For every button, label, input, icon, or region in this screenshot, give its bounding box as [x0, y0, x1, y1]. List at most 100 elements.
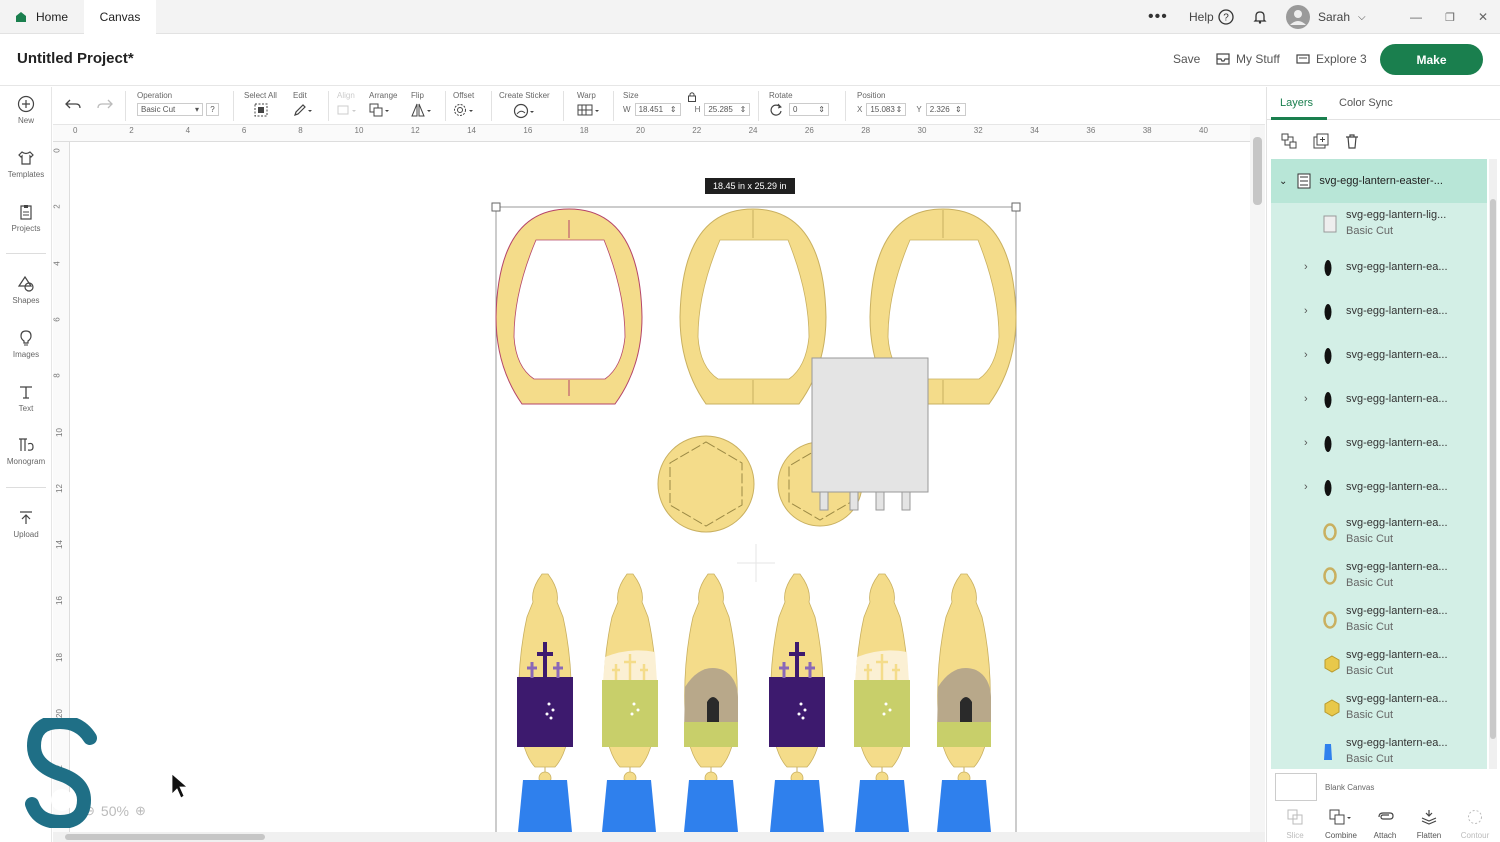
chevron-right-icon[interactable]: ›	[1304, 437, 1308, 449]
operation-select[interactable]: Basic Cut ▾	[137, 103, 203, 116]
duplicate-icon[interactable]	[1313, 133, 1329, 149]
y-input[interactable]: 2.326 ⇕	[925, 103, 966, 116]
sidebar-item-projects[interactable]: Projects	[0, 195, 52, 241]
height-input[interactable]: 25.285 ⇕	[704, 103, 751, 116]
shapes-icon	[17, 275, 34, 292]
bell-icon[interactable]	[1252, 0, 1268, 34]
edit-button[interactable]: Edit	[293, 87, 323, 125]
chevron-right-icon[interactable]: ›	[1304, 305, 1308, 317]
width-input[interactable]: 18.451 ⇕	[634, 103, 681, 116]
group-icon[interactable]	[1281, 133, 1297, 149]
lantern-panel-tomb[interactable]	[684, 573, 738, 785]
layer-row[interactable]: › svg-egg-lantern-ea...	[1271, 423, 1487, 467]
layer-row[interactable]: › svg-egg-lantern-ea...	[1271, 467, 1487, 511]
align-button[interactable]: Align	[337, 87, 361, 125]
canvas-artwork	[171, 202, 1021, 832]
egg-frame-shape[interactable]	[679, 208, 827, 405]
layer-row[interactable]: › svg-egg-lantern-ea...	[1271, 379, 1487, 423]
lantern-panel-cross-purple[interactable]	[769, 573, 825, 785]
attach-button[interactable]: Attach	[1363, 809, 1407, 840]
layer-row[interactable]: svg-egg-lantern-ea... Basic Cut	[1271, 555, 1487, 599]
selection-handle[interactable]	[1011, 202, 1021, 212]
layer-row[interactable]: svg-egg-lantern-ea... Basic Cut	[1271, 731, 1487, 769]
layer-row[interactable]: › svg-egg-lantern-ea...	[1271, 247, 1487, 291]
tab-home-label: Home	[36, 10, 69, 24]
layer-row[interactable]: › svg-egg-lantern-ea...	[1271, 291, 1487, 335]
sidebar-item-templates[interactable]: Templates	[0, 141, 52, 187]
operation-help-button[interactable]: ?	[206, 103, 219, 116]
layer-group-row[interactable]: ⌄ svg-egg-lantern-easter-...	[1271, 159, 1487, 203]
horizontal-scrollbar[interactable]	[53, 832, 1265, 842]
lantern-panel-cross-purple[interactable]	[517, 573, 573, 785]
lantern-panel-cross-green[interactable]	[602, 573, 658, 785]
stepper-icon: ⇕	[818, 105, 825, 114]
trash-icon[interactable]	[1344, 133, 1360, 149]
tab-home[interactable]: Home	[10, 0, 84, 34]
select-all-button[interactable]: Select All	[244, 87, 284, 125]
blue-base-shapes[interactable]	[518, 780, 991, 832]
chevron-right-icon[interactable]: ›	[1304, 481, 1308, 493]
undo-icon[interactable]	[65, 99, 81, 111]
egg-frame-shape[interactable]	[495, 208, 643, 405]
sidebar-item-shapes[interactable]: Shapes	[0, 267, 52, 313]
stepper-icon: ⇕	[954, 105, 962, 114]
make-button[interactable]: Make	[1380, 44, 1483, 75]
y-value: 2.326	[929, 105, 950, 114]
zoom-in-icon[interactable]: ⊕	[135, 803, 146, 819]
arrange-button[interactable]: Arrange	[369, 87, 403, 125]
lantern-panel-cross-green[interactable]	[854, 573, 910, 785]
layer-row[interactable]: svg-egg-lantern-ea... Basic Cut	[1271, 511, 1487, 555]
light-box-shape[interactable]	[811, 357, 929, 511]
rotate-input[interactable]: 0 ⇕	[789, 103, 829, 116]
avatar	[1286, 5, 1310, 29]
save-button[interactable]: Save	[1173, 52, 1200, 66]
layers-scroll-thumb[interactable]	[1490, 199, 1496, 739]
tab-layers[interactable]: Layers	[1280, 97, 1313, 109]
layers-scrollbar[interactable]	[1489, 159, 1497, 769]
my-stuff-button[interactable]: My Stuff	[1216, 52, 1280, 66]
lock-icon[interactable]	[687, 91, 697, 102]
sidebar-item-images[interactable]: Images	[0, 321, 52, 367]
sidebar-item-text[interactable]: Text	[0, 375, 52, 421]
explore-machine-button[interactable]: Explore 3	[1296, 52, 1367, 66]
create-sticker-button[interactable]: Create Sticker	[499, 87, 555, 125]
layer-row[interactable]: svg-egg-lantern-lig... Basic Cut	[1271, 203, 1487, 247]
sidebar-item-monogram[interactable]: Monogram	[0, 428, 52, 474]
blank-canvas-swatch[interactable]	[1275, 773, 1317, 801]
combine-button[interactable]: Combine	[1319, 809, 1363, 840]
redo-icon[interactable]	[97, 99, 113, 111]
design-canvas[interactable]: 18.45 in x 25.29 in	[70, 142, 1250, 832]
user-menu[interactable]: Sarah ⌵	[1286, 0, 1366, 34]
layer-row[interactable]: svg-egg-lantern-ea... Basic Cut	[1271, 687, 1487, 731]
chevron-right-icon[interactable]: ›	[1304, 349, 1308, 361]
minimize-button[interactable]: —	[1410, 0, 1422, 34]
chevron-right-icon[interactable]: ›	[1304, 393, 1308, 405]
layer-row[interactable]: svg-egg-lantern-ea... Basic Cut	[1271, 599, 1487, 643]
blank-canvas-row[interactable]: Blank Canvas	[1275, 773, 1374, 801]
vertical-scrollbar[interactable]	[1250, 125, 1265, 832]
flip-button[interactable]: Flip	[411, 87, 439, 125]
project-title[interactable]: Untitled Project*	[17, 50, 134, 67]
slice-button[interactable]: Slice	[1273, 809, 1317, 840]
close-window-button[interactable]: ✕	[1478, 0, 1488, 34]
x-input[interactable]: 15.083 ⇕	[866, 103, 907, 116]
chevron-right-icon[interactable]: ›	[1304, 261, 1308, 273]
warp-button[interactable]: Warp	[577, 87, 607, 125]
offset-button[interactable]: Offset	[453, 87, 483, 125]
tab-color-sync[interactable]: Color Sync	[1339, 97, 1393, 109]
more-options-icon[interactable]: •••	[1148, 0, 1168, 34]
hexagon-circle-shape[interactable]	[657, 435, 755, 533]
layer-row[interactable]: › svg-egg-lantern-ea...	[1271, 335, 1487, 379]
tab-canvas[interactable]: Canvas	[84, 0, 156, 34]
selection-handle[interactable]	[491, 202, 501, 212]
horizontal-scroll-thumb[interactable]	[65, 834, 265, 840]
sidebar-item-upload[interactable]: Upload	[0, 501, 52, 547]
contour-button[interactable]: Contour	[1453, 809, 1497, 840]
flatten-button[interactable]: Flatten	[1407, 809, 1451, 840]
restore-button[interactable]: ❐	[1445, 0, 1455, 34]
vertical-scroll-thumb[interactable]	[1253, 137, 1262, 205]
help-button[interactable]: Help ?	[1189, 0, 1234, 34]
sidebar-item-new[interactable]: New	[0, 87, 52, 133]
lantern-panel-tomb[interactable]	[937, 573, 991, 785]
layer-row[interactable]: svg-egg-lantern-ea... Basic Cut	[1271, 643, 1487, 687]
